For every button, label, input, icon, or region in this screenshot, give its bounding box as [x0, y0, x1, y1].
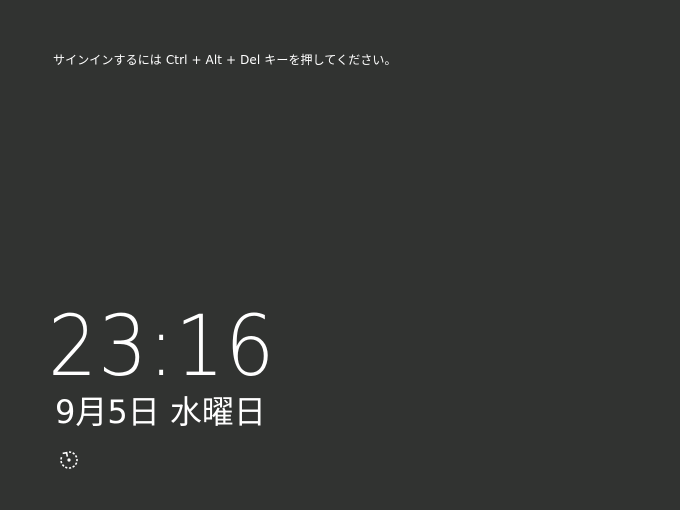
clock-time: 23:16 [48, 297, 276, 395]
sign-in-prompt: サインインするには Ctrl + Alt + Del キーを押してください。 [53, 53, 397, 67]
ease-of-access-icon [60, 451, 78, 469]
lock-screen: サインインするには Ctrl + Alt + Del キーを押してください。 2… [0, 0, 680, 510]
ease-of-access-button[interactable] [58, 449, 80, 471]
clock-date: 9月5日 水曜日 [55, 393, 266, 431]
